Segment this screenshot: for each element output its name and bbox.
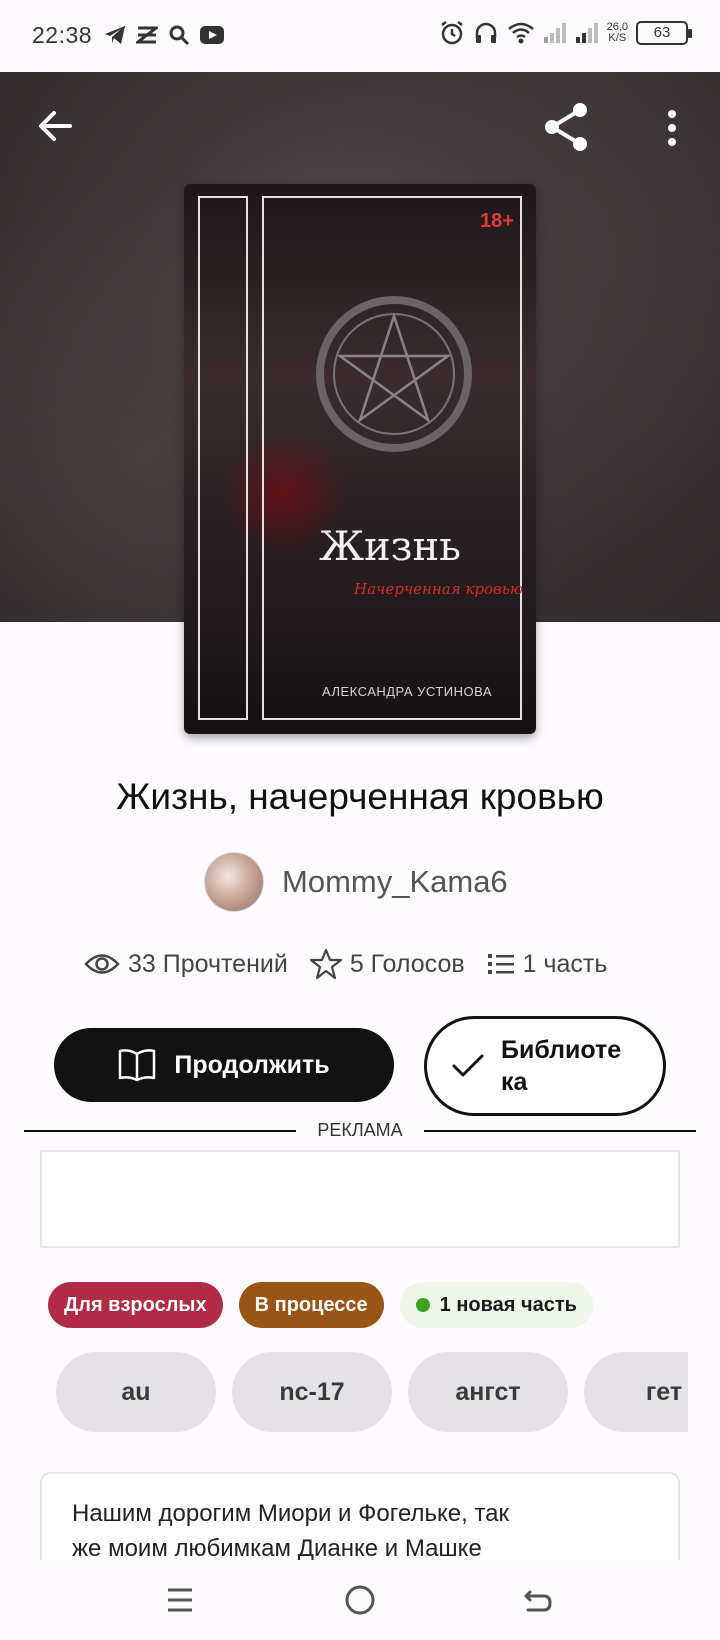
stat-reads: 33 Прочтений — [84, 950, 288, 979]
book-cover: 18+ Жизнь Начерченная кровью АЛЕКСАНДРА … — [184, 184, 536, 734]
menu-icon — [168, 1588, 192, 1612]
headphones-icon — [475, 22, 496, 43]
status-time: 22:38 — [32, 22, 93, 48]
home-circle-icon — [345, 1585, 375, 1615]
system-nav-bar — [0, 1560, 720, 1640]
back-nav-button[interactable] — [516, 1578, 560, 1622]
status-bar: 22:38 26,0 K/S 63 — [0, 0, 720, 72]
tag-chip[interactable]: ангст — [408, 1352, 568, 1432]
status-system-icons: 26,0 K/S 63 — [439, 20, 692, 46]
adult-badge: Для взрослых — [48, 1282, 223, 1328]
battery-indicator: 63 — [636, 21, 692, 45]
cover-author: АЛЕКСАНДРА УСТИНОВА — [322, 684, 493, 699]
arrow-left-icon — [39, 111, 72, 141]
wifi-icon — [507, 22, 534, 44]
network-speed-unit: K/S — [608, 32, 627, 44]
stat-reads-label: 33 Прочтений — [128, 949, 288, 978]
stat-parts-label: 1 часть — [522, 949, 608, 978]
tag-chip[interactable]: nc-17 — [232, 1352, 392, 1432]
alarm-icon — [440, 21, 463, 45]
ad-divider-left — [24, 1130, 296, 1132]
back-arrow-icon — [524, 1590, 552, 1612]
open-book-icon — [119, 1049, 156, 1082]
telegram-icon — [105, 26, 125, 44]
book-title: Жизнь, начерченная кровью — [116, 776, 604, 817]
signal-icon-1 — [543, 23, 566, 43]
more-vertical-icon — [668, 110, 676, 146]
back-button[interactable] — [30, 100, 82, 152]
tag-chip[interactable]: гет — [584, 1352, 688, 1432]
status-notification-icons — [104, 24, 224, 46]
search-icon — [169, 25, 190, 46]
share-icon — [545, 103, 587, 151]
recent-apps-button[interactable] — [158, 1578, 202, 1622]
library-label: Библиотека — [501, 1036, 622, 1096]
eye-icon — [84, 954, 120, 974]
more-options-button[interactable] — [652, 100, 692, 154]
list-icon — [487, 954, 514, 974]
star-icon — [309, 948, 342, 980]
author-avatar[interactable] — [204, 852, 264, 912]
continue-reading-label: Продолжить — [174, 1050, 330, 1079]
signal-icon-2 — [575, 23, 598, 43]
cover-frame-left — [198, 196, 248, 720]
stat-votes-label: 5 Голосов — [349, 949, 465, 978]
green-dot-icon — [415, 1298, 430, 1312]
network-speed: 26,0 K/S — [607, 22, 628, 44]
cover-subtitle: Начерченная кровью — [354, 580, 524, 598]
cover-title: Жизнь — [319, 524, 461, 570]
status-badges: Для взрослых В процессе 1 новая часть — [48, 1282, 593, 1328]
checkmark-icon — [452, 1054, 484, 1077]
stat-parts: 1 часть — [487, 949, 608, 979]
author-link[interactable]: Mommy_Kama6 — [204, 852, 508, 912]
author-name[interactable]: Mommy_Kama6 — [282, 864, 508, 900]
tag-chip[interactable]: au — [56, 1352, 216, 1432]
cover-frame-right — [262, 196, 522, 720]
new-part-label: 1 новая часть — [439, 1293, 577, 1316]
stat-votes: 5 Голосов — [309, 948, 465, 980]
in-progress-badge: В процессе — [238, 1282, 384, 1328]
new-part-badge: 1 новая часть — [399, 1282, 593, 1328]
capcut-icon — [136, 26, 158, 44]
home-button[interactable] — [338, 1578, 382, 1622]
share-button[interactable] — [540, 100, 594, 154]
cover-age-rating: 18+ — [480, 210, 514, 232]
description-line: Нашим дорогим Миори и Фогельке, так — [72, 1500, 510, 1527]
book-stats: 33 Прочтений 5 Голосов 1 часть — [84, 948, 607, 980]
continue-reading-button[interactable]: Продолжить — [54, 1028, 394, 1102]
ad-divider-right — [424, 1130, 696, 1132]
youtube-icon — [200, 26, 224, 44]
library-button[interactable]: Библиотека — [424, 1016, 666, 1116]
ad-banner[interactable] — [40, 1150, 680, 1248]
ad-label: РЕКЛАМА — [317, 1120, 403, 1140]
tag-list: au nc-17 ангст гет — [56, 1352, 688, 1432]
